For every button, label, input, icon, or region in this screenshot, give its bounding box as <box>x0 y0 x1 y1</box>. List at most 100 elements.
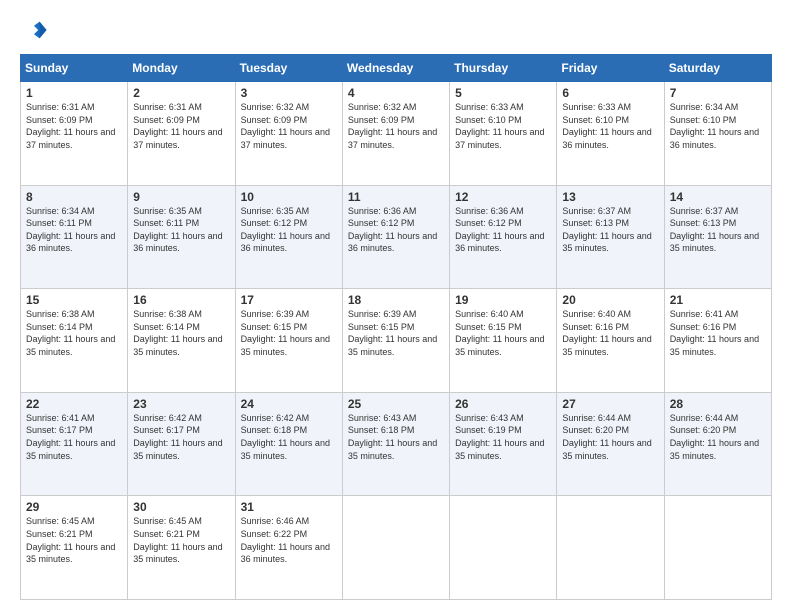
day-info: Sunrise: 6:39 AMSunset: 6:15 PMDaylight:… <box>241 309 330 357</box>
day-info: Sunrise: 6:45 AMSunset: 6:21 PMDaylight:… <box>133 516 222 564</box>
day-number: 22 <box>26 397 122 411</box>
day-info: Sunrise: 6:32 AMSunset: 6:09 PMDaylight:… <box>348 102 437 150</box>
calendar-cell: 28 Sunrise: 6:44 AMSunset: 6:20 PMDaylig… <box>664 392 771 496</box>
calendar-cell: 16 Sunrise: 6:38 AMSunset: 6:14 PMDaylig… <box>128 289 235 393</box>
day-info: Sunrise: 6:44 AMSunset: 6:20 PMDaylight:… <box>562 413 651 461</box>
calendar-cell: 3 Sunrise: 6:32 AMSunset: 6:09 PMDayligh… <box>235 82 342 186</box>
calendar-cell: 4 Sunrise: 6:32 AMSunset: 6:09 PMDayligh… <box>342 82 449 186</box>
calendar-header-row: SundayMondayTuesdayWednesdayThursdayFrid… <box>21 55 772 82</box>
day-number: 7 <box>670 86 766 100</box>
day-number: 8 <box>26 190 122 204</box>
day-info: Sunrise: 6:41 AMSunset: 6:17 PMDaylight:… <box>26 413 115 461</box>
calendar-cell: 14 Sunrise: 6:37 AMSunset: 6:13 PMDaylig… <box>664 185 771 289</box>
calendar-cell: 7 Sunrise: 6:34 AMSunset: 6:10 PMDayligh… <box>664 82 771 186</box>
week-row-5: 29 Sunrise: 6:45 AMSunset: 6:21 PMDaylig… <box>21 496 772 600</box>
page: SundayMondayTuesdayWednesdayThursdayFrid… <box>0 0 792 612</box>
day-header-thursday: Thursday <box>450 55 557 82</box>
calendar-cell: 12 Sunrise: 6:36 AMSunset: 6:12 PMDaylig… <box>450 185 557 289</box>
calendar-cell: 6 Sunrise: 6:33 AMSunset: 6:10 PMDayligh… <box>557 82 664 186</box>
day-info: Sunrise: 6:36 AMSunset: 6:12 PMDaylight:… <box>455 206 544 254</box>
day-info: Sunrise: 6:33 AMSunset: 6:10 PMDaylight:… <box>562 102 651 150</box>
day-number: 23 <box>133 397 229 411</box>
calendar-cell: 25 Sunrise: 6:43 AMSunset: 6:18 PMDaylig… <box>342 392 449 496</box>
day-info: Sunrise: 6:44 AMSunset: 6:20 PMDaylight:… <box>670 413 759 461</box>
logo-icon <box>20 16 48 44</box>
day-number: 26 <box>455 397 551 411</box>
day-number: 19 <box>455 293 551 307</box>
day-info: Sunrise: 6:31 AMSunset: 6:09 PMDaylight:… <box>133 102 222 150</box>
calendar-cell: 8 Sunrise: 6:34 AMSunset: 6:11 PMDayligh… <box>21 185 128 289</box>
day-number: 28 <box>670 397 766 411</box>
day-info: Sunrise: 6:38 AMSunset: 6:14 PMDaylight:… <box>133 309 222 357</box>
calendar-cell: 10 Sunrise: 6:35 AMSunset: 6:12 PMDaylig… <box>235 185 342 289</box>
day-number: 24 <box>241 397 337 411</box>
day-info: Sunrise: 6:34 AMSunset: 6:11 PMDaylight:… <box>26 206 115 254</box>
day-info: Sunrise: 6:32 AMSunset: 6:09 PMDaylight:… <box>241 102 330 150</box>
calendar-cell: 5 Sunrise: 6:33 AMSunset: 6:10 PMDayligh… <box>450 82 557 186</box>
day-header-friday: Friday <box>557 55 664 82</box>
day-number: 6 <box>562 86 658 100</box>
calendar-cell: 24 Sunrise: 6:42 AMSunset: 6:18 PMDaylig… <box>235 392 342 496</box>
day-number: 1 <box>26 86 122 100</box>
calendar-cell: 1 Sunrise: 6:31 AMSunset: 6:09 PMDayligh… <box>21 82 128 186</box>
day-info: Sunrise: 6:42 AMSunset: 6:18 PMDaylight:… <box>241 413 330 461</box>
day-info: Sunrise: 6:43 AMSunset: 6:19 PMDaylight:… <box>455 413 544 461</box>
week-row-4: 22 Sunrise: 6:41 AMSunset: 6:17 PMDaylig… <box>21 392 772 496</box>
week-row-2: 8 Sunrise: 6:34 AMSunset: 6:11 PMDayligh… <box>21 185 772 289</box>
calendar-cell: 19 Sunrise: 6:40 AMSunset: 6:15 PMDaylig… <box>450 289 557 393</box>
calendar-cell: 9 Sunrise: 6:35 AMSunset: 6:11 PMDayligh… <box>128 185 235 289</box>
calendar-cell: 29 Sunrise: 6:45 AMSunset: 6:21 PMDaylig… <box>21 496 128 600</box>
header <box>20 16 772 44</box>
calendar-cell: 21 Sunrise: 6:41 AMSunset: 6:16 PMDaylig… <box>664 289 771 393</box>
day-info: Sunrise: 6:39 AMSunset: 6:15 PMDaylight:… <box>348 309 437 357</box>
day-number: 21 <box>670 293 766 307</box>
calendar-body: 1 Sunrise: 6:31 AMSunset: 6:09 PMDayligh… <box>21 82 772 600</box>
day-info: Sunrise: 6:35 AMSunset: 6:11 PMDaylight:… <box>133 206 222 254</box>
day-number: 30 <box>133 500 229 514</box>
day-info: Sunrise: 6:37 AMSunset: 6:13 PMDaylight:… <box>562 206 651 254</box>
day-number: 2 <box>133 86 229 100</box>
day-number: 14 <box>670 190 766 204</box>
day-info: Sunrise: 6:36 AMSunset: 6:12 PMDaylight:… <box>348 206 437 254</box>
day-number: 9 <box>133 190 229 204</box>
day-header-tuesday: Tuesday <box>235 55 342 82</box>
day-header-monday: Monday <box>128 55 235 82</box>
day-number: 27 <box>562 397 658 411</box>
calendar-cell: 22 Sunrise: 6:41 AMSunset: 6:17 PMDaylig… <box>21 392 128 496</box>
day-number: 13 <box>562 190 658 204</box>
day-number: 5 <box>455 86 551 100</box>
logo <box>20 16 52 44</box>
day-number: 31 <box>241 500 337 514</box>
day-header-wednesday: Wednesday <box>342 55 449 82</box>
day-number: 3 <box>241 86 337 100</box>
calendar-cell: 30 Sunrise: 6:45 AMSunset: 6:21 PMDaylig… <box>128 496 235 600</box>
day-number: 4 <box>348 86 444 100</box>
calendar-cell: 23 Sunrise: 6:42 AMSunset: 6:17 PMDaylig… <box>128 392 235 496</box>
day-header-sunday: Sunday <box>21 55 128 82</box>
calendar-cell: 27 Sunrise: 6:44 AMSunset: 6:20 PMDaylig… <box>557 392 664 496</box>
calendar-cell: 31 Sunrise: 6:46 AMSunset: 6:22 PMDaylig… <box>235 496 342 600</box>
day-info: Sunrise: 6:31 AMSunset: 6:09 PMDaylight:… <box>26 102 115 150</box>
day-info: Sunrise: 6:42 AMSunset: 6:17 PMDaylight:… <box>133 413 222 461</box>
day-number: 11 <box>348 190 444 204</box>
calendar-cell <box>557 496 664 600</box>
day-info: Sunrise: 6:38 AMSunset: 6:14 PMDaylight:… <box>26 309 115 357</box>
week-row-1: 1 Sunrise: 6:31 AMSunset: 6:09 PMDayligh… <box>21 82 772 186</box>
day-info: Sunrise: 6:33 AMSunset: 6:10 PMDaylight:… <box>455 102 544 150</box>
day-info: Sunrise: 6:34 AMSunset: 6:10 PMDaylight:… <box>670 102 759 150</box>
calendar-cell: 2 Sunrise: 6:31 AMSunset: 6:09 PMDayligh… <box>128 82 235 186</box>
calendar-cell: 11 Sunrise: 6:36 AMSunset: 6:12 PMDaylig… <box>342 185 449 289</box>
day-number: 15 <box>26 293 122 307</box>
calendar-cell: 15 Sunrise: 6:38 AMSunset: 6:14 PMDaylig… <box>21 289 128 393</box>
calendar-cell: 18 Sunrise: 6:39 AMSunset: 6:15 PMDaylig… <box>342 289 449 393</box>
day-number: 10 <box>241 190 337 204</box>
calendar-cell: 17 Sunrise: 6:39 AMSunset: 6:15 PMDaylig… <box>235 289 342 393</box>
calendar-cell: 26 Sunrise: 6:43 AMSunset: 6:19 PMDaylig… <box>450 392 557 496</box>
day-info: Sunrise: 6:43 AMSunset: 6:18 PMDaylight:… <box>348 413 437 461</box>
calendar-cell <box>450 496 557 600</box>
day-info: Sunrise: 6:41 AMSunset: 6:16 PMDaylight:… <box>670 309 759 357</box>
day-info: Sunrise: 6:46 AMSunset: 6:22 PMDaylight:… <box>241 516 330 564</box>
calendar: SundayMondayTuesdayWednesdayThursdayFrid… <box>20 54 772 600</box>
day-info: Sunrise: 6:37 AMSunset: 6:13 PMDaylight:… <box>670 206 759 254</box>
calendar-cell <box>664 496 771 600</box>
